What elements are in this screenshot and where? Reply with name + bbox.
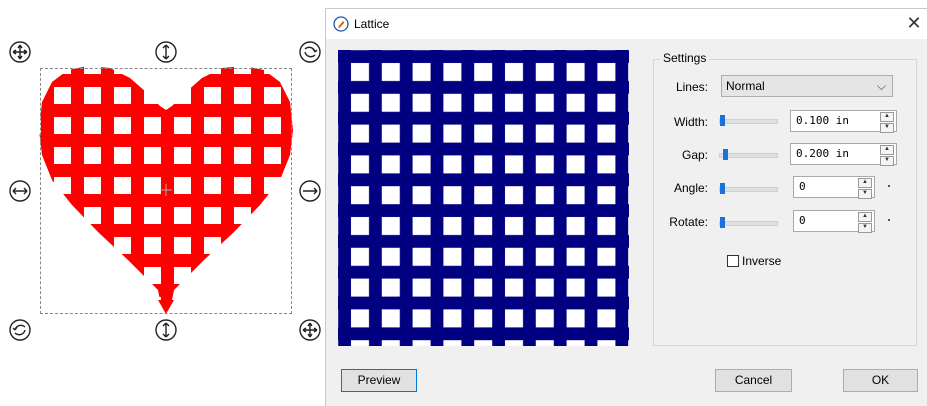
degree-mark	[888, 219, 890, 221]
lattice-preview	[338, 50, 629, 346]
width-spinbox[interactable]: 0.100 in ▲ ▼	[790, 110, 897, 133]
rotate-icon[interactable]	[298, 40, 322, 64]
rotate-icon[interactable]	[8, 318, 32, 342]
width-value: 0.100 in	[796, 114, 849, 127]
angle-label: Angle:	[673, 181, 708, 195]
stretch-vertical-icon[interactable]	[154, 318, 178, 342]
rotate-spinbox[interactable]: 0 ▲ ▼	[793, 210, 875, 233]
rotate-slider[interactable]	[719, 221, 778, 226]
inverse-label[interactable]: Inverse	[742, 254, 781, 268]
stretch-horizontal-icon[interactable]	[8, 179, 32, 203]
design-canvas[interactable]	[0, 0, 325, 406]
settings-group	[653, 59, 917, 346]
cancel-button[interactable]: Cancel	[715, 369, 792, 392]
gap-value: 0.200 in	[796, 147, 849, 160]
preview-button[interactable]: Preview	[341, 369, 417, 392]
spin-up-icon[interactable]: ▲	[858, 212, 872, 222]
lines-select-value: Normal	[726, 79, 765, 93]
rotate-slider-thumb[interactable]	[720, 217, 725, 228]
ok-button[interactable]: OK	[843, 369, 918, 392]
angle-slider-thumb[interactable]	[720, 183, 725, 194]
stretch-horizontal-icon[interactable]	[298, 179, 322, 203]
spin-up-icon[interactable]: ▲	[858, 178, 872, 188]
inverse-checkbox[interactable]	[727, 255, 739, 267]
lattice-preview-pattern	[338, 50, 629, 346]
chevron-down-icon: ⌵	[876, 79, 886, 93]
rotate-value: 0	[799, 214, 806, 227]
spin-down-icon[interactable]: ▼	[858, 223, 872, 233]
lines-label: Lines:	[675, 80, 708, 94]
width-label: Width:	[673, 115, 708, 129]
lattice-dialog: Lattice ✕ Settings Lines: Normal ⌵ Width…	[325, 8, 927, 406]
spin-down-icon[interactable]: ▼	[880, 123, 894, 133]
settings-group-title: Settings	[660, 51, 710, 65]
dialog-title: Lattice	[354, 17, 390, 31]
gap-label: Gap:	[681, 148, 708, 162]
close-button[interactable]: ✕	[903, 12, 925, 34]
scale-icon[interactable]	[298, 318, 322, 342]
gap-slider-thumb[interactable]	[723, 149, 728, 160]
gap-spinbox[interactable]: 0.200 in ▲ ▼	[790, 143, 897, 166]
lines-select[interactable]: Normal ⌵	[721, 75, 893, 97]
angle-spinbox[interactable]: 0 ▲ ▼	[793, 176, 875, 199]
spin-down-icon[interactable]: ▼	[880, 156, 894, 166]
dialog-titlebar: Lattice ✕	[326, 9, 927, 39]
width-slider-thumb[interactable]	[720, 115, 725, 126]
stretch-vertical-icon[interactable]	[154, 40, 178, 64]
spin-up-icon[interactable]: ▲	[880, 145, 894, 155]
rotate-label: Rotate:	[669, 215, 708, 229]
move-icon[interactable]	[8, 40, 32, 64]
degree-mark	[888, 185, 890, 187]
lattice-pen-icon	[333, 16, 349, 32]
width-slider[interactable]	[719, 119, 778, 124]
selection-bounding-box	[40, 68, 292, 314]
spin-up-icon[interactable]: ▲	[880, 112, 894, 122]
angle-value: 0	[799, 180, 806, 193]
spin-down-icon[interactable]: ▼	[858, 189, 872, 199]
angle-slider[interactable]	[719, 187, 778, 192]
